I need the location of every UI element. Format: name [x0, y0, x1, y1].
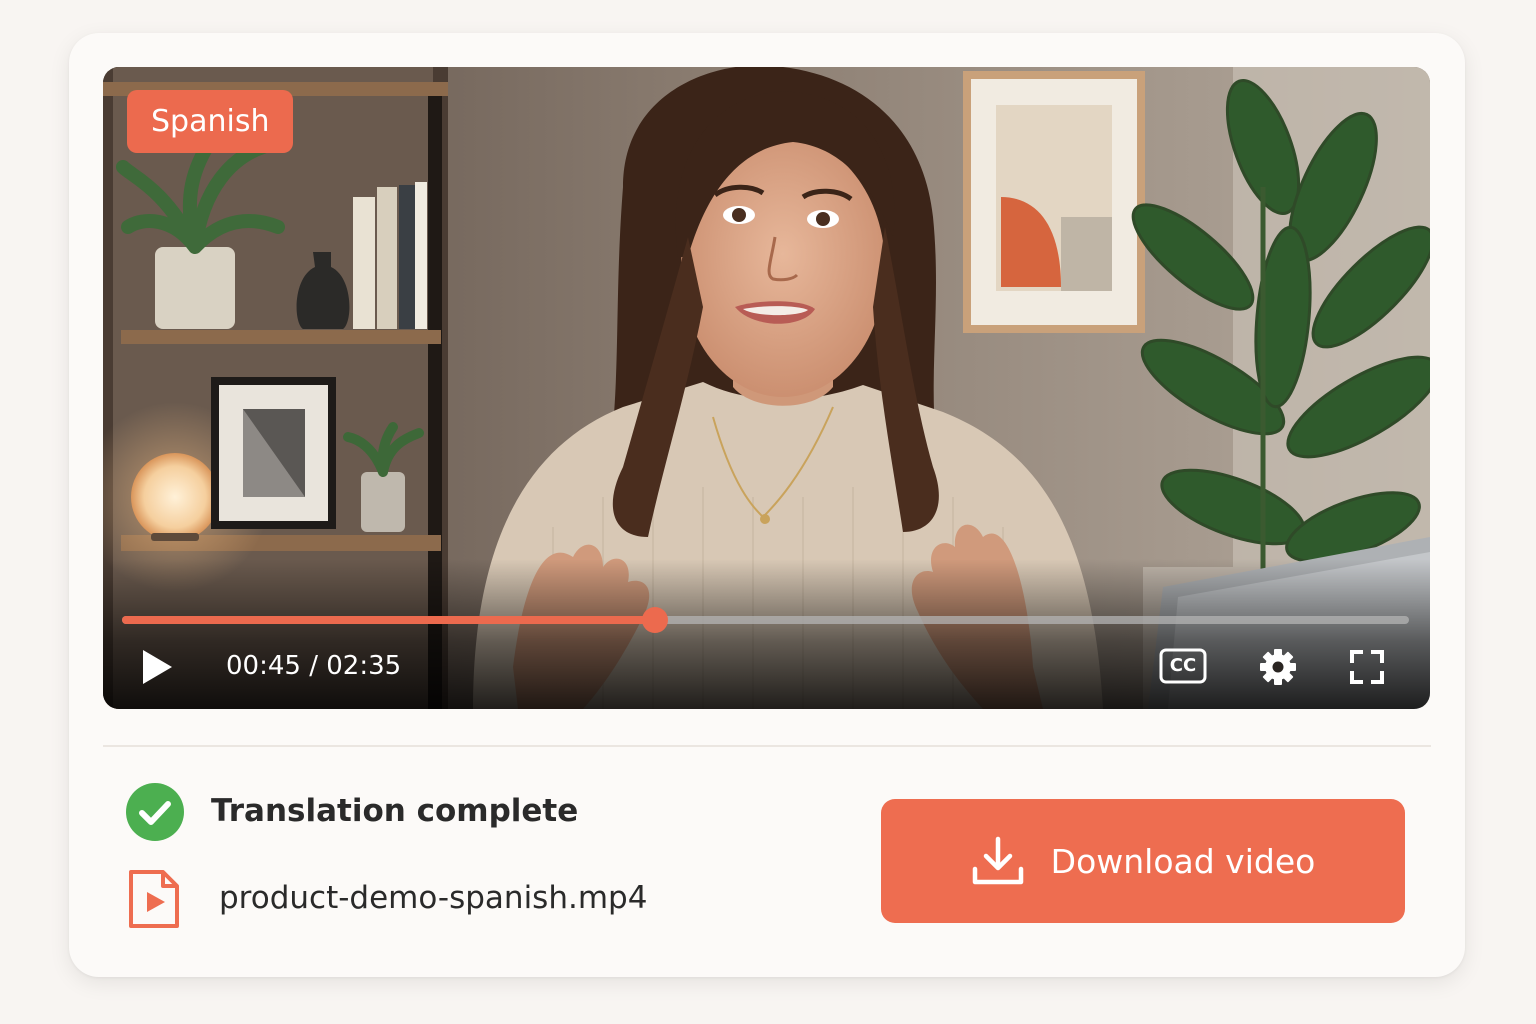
- current-time: 00:45: [226, 651, 301, 681]
- progress-handle[interactable]: [641, 607, 668, 633]
- gear-icon: [1260, 649, 1296, 685]
- download-video-button[interactable]: Download video: [881, 799, 1405, 923]
- video-file-icon: [127, 868, 181, 930]
- fullscreen-icon: [1350, 650, 1384, 684]
- settings-button[interactable]: [1259, 648, 1297, 686]
- progress-bar[interactable]: [122, 607, 1409, 633]
- status-message: Translation complete: [211, 793, 579, 829]
- divider: [103, 745, 1431, 747]
- play-button[interactable]: [139, 647, 175, 687]
- video-player[interactable]: Spanish 00:45 / 02:35 CC: [103, 67, 1430, 709]
- translation-result-card: Spanish 00:45 / 02:35 CC Translation com…: [69, 33, 1465, 977]
- file-name: product-demo-spanish.mp4: [219, 880, 648, 916]
- captions-button[interactable]: CC: [1159, 648, 1207, 684]
- language-badge: Spanish: [127, 90, 294, 153]
- play-icon: [143, 650, 172, 684]
- check-circle-icon: [126, 783, 184, 841]
- progress-fill: [122, 616, 655, 624]
- controls-overlay: [103, 559, 1430, 709]
- captions-label: CC: [1169, 655, 1197, 676]
- time-display: 00:45 / 02:35: [226, 649, 401, 683]
- download-icon: [972, 836, 1023, 885]
- duration: 02:35: [326, 651, 402, 681]
- download-label: Download video: [1050, 841, 1316, 881]
- fullscreen-button[interactable]: [1349, 649, 1385, 685]
- time-separator: /: [309, 651, 327, 681]
